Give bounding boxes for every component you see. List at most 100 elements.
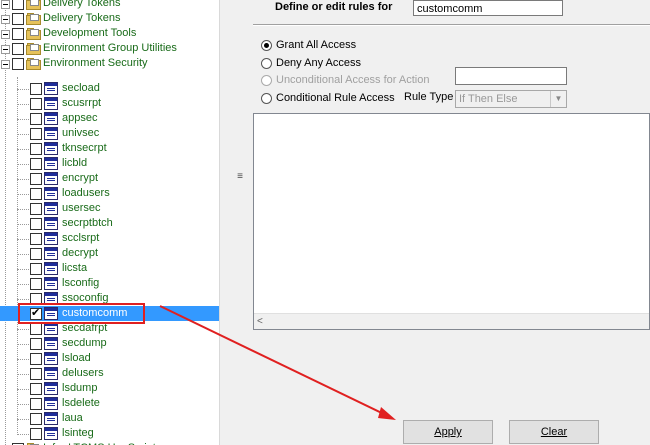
tree-item-label[interactable]: lsinteg — [62, 427, 94, 439]
item-checkbox[interactable] — [30, 323, 42, 335]
tree-folder-row[interactable]: Development Tools — [0, 26, 219, 41]
tree-folder-label[interactable]: Delivery Tokens — [43, 0, 120, 9]
expander-minus-icon[interactable] — [1, 45, 10, 54]
item-checkbox[interactable] — [30, 278, 42, 290]
tree-item-row[interactable]: decrypt — [0, 246, 219, 261]
tree-item-label[interactable]: laua — [62, 412, 83, 424]
item-checkbox[interactable] — [30, 218, 42, 230]
tree-item-row[interactable]: lsload — [0, 351, 219, 366]
item-checkbox[interactable] — [30, 143, 42, 155]
tree-folder-row[interactable]: Delivery Tokens — [0, 0, 219, 11]
item-checkbox[interactable] — [30, 188, 42, 200]
rule-editor-textarea[interactable]: < — [253, 113, 650, 330]
deny-any-access-radio[interactable] — [261, 58, 272, 69]
tree-item-row[interactable]: univsec — [0, 126, 219, 141]
grant-all-access-label[interactable]: Grant All Access — [276, 39, 356, 51]
unconditional-access-input[interactable] — [455, 67, 567, 85]
apply-button[interactable]: Apply — [403, 420, 493, 444]
splitter-grip-icon[interactable]: ≡ — [236, 172, 244, 182]
tree-vertical-scrollbar[interactable] — [219, 0, 234, 445]
scroll-left-arrow-icon[interactable]: < — [257, 314, 263, 329]
tree-item-row[interactable]: encrypt — [0, 171, 219, 186]
tree-item-label[interactable]: licbld — [62, 157, 87, 169]
item-checkbox[interactable] — [30, 173, 42, 185]
tree-item-label[interactable]: encrypt — [62, 172, 98, 184]
expander-minus-icon[interactable] — [1, 60, 10, 69]
item-checkbox[interactable] — [30, 248, 42, 260]
tree-item-label[interactable]: lsload — [62, 352, 91, 364]
pane-splitter[interactable]: ≡ — [233, 0, 248, 445]
item-checkbox[interactable] — [30, 383, 42, 395]
tree-item-row[interactable]: appsec — [0, 111, 219, 126]
item-checkbox[interactable] — [30, 83, 42, 95]
tree-item-label[interactable]: usersec — [62, 202, 101, 214]
tree-item-label[interactable]: univsec — [62, 127, 99, 139]
tree-item-row[interactable]: licsta — [0, 261, 219, 276]
conditional-rule-access-radio[interactable] — [261, 93, 272, 104]
tree-item-row[interactable]: lsinteg — [0, 426, 219, 441]
item-checkbox[interactable] — [30, 353, 42, 365]
tree-item-label[interactable]: scusrrpt — [62, 97, 101, 109]
folder-checkbox[interactable] — [12, 43, 24, 55]
expander-minus-icon[interactable] — [1, 0, 10, 9]
tree-folder-label[interactable]: Environment Security — [43, 57, 148, 69]
deny-any-access-label[interactable]: Deny Any Access — [276, 57, 361, 69]
expander-minus-icon[interactable] — [1, 30, 10, 39]
editor-horizontal-scrollbar[interactable]: < — [254, 313, 649, 329]
folder-checkbox[interactable] — [12, 0, 24, 10]
tree-folder-row[interactable]: Environment Security — [0, 56, 219, 71]
grant-all-access-radio[interactable] — [261, 40, 272, 51]
tree-folder-row[interactable]: Delivery Tokens — [0, 11, 219, 26]
item-checkbox[interactable] — [30, 368, 42, 380]
tree-item-label[interactable]: decrypt — [62, 247, 98, 259]
folder-checkbox[interactable] — [12, 58, 24, 70]
tree-item-label[interactable]: secrptbtch — [62, 217, 113, 229]
item-checkbox[interactable] — [30, 233, 42, 245]
tree-item-label[interactable]: lsdelete — [62, 397, 100, 409]
tree-item-row[interactable]: scclsrpt — [0, 231, 219, 246]
tree-folder-row[interactable]: Environment Group Utilities — [0, 41, 219, 56]
tree-item-row[interactable]: scusrrpt — [0, 96, 219, 111]
item-checkbox[interactable] — [30, 203, 42, 215]
tree-item-label[interactable]: delusers — [62, 367, 104, 379]
tree-item-label[interactable]: scclsrpt — [62, 232, 99, 244]
tree-item-row[interactable]: secload — [0, 81, 219, 96]
folder-checkbox[interactable] — [12, 28, 24, 40]
item-checkbox[interactable] — [30, 128, 42, 140]
item-checkbox[interactable] — [30, 338, 42, 350]
item-checkbox[interactable] — [30, 263, 42, 275]
tree-item-label[interactable]: secdump — [62, 337, 107, 349]
tree-item-row[interactable]: secrptbtch — [0, 216, 219, 231]
tree-item-row[interactable]: usersec — [0, 201, 219, 216]
item-checkbox[interactable] — [30, 158, 42, 170]
tree-item-row[interactable]: lsconfig — [0, 276, 219, 291]
tree-item-row[interactable]: lsdelete — [0, 396, 219, 411]
item-checkbox[interactable] — [30, 413, 42, 425]
tree-item-row[interactable]: laua — [0, 411, 219, 426]
item-checkbox[interactable] — [30, 398, 42, 410]
rule-target-field[interactable]: customcomm — [413, 0, 563, 16]
tree-item-label[interactable]: appsec — [62, 112, 97, 124]
tree-item-label[interactable]: tknsecrpt — [62, 142, 107, 154]
tree-folder-row-partial[interactable]: Infor LTCMS Hsr Script — [0, 441, 219, 445]
tree-item-row[interactable]: tknsecrpt — [0, 141, 219, 156]
item-checkbox[interactable] — [30, 98, 42, 110]
tree-item-label[interactable]: lsconfig — [62, 277, 99, 289]
tree-item-label[interactable]: licsta — [62, 262, 87, 274]
tree-item-row[interactable]: licbld — [0, 156, 219, 171]
tree-folder-label[interactable]: Environment Group Utilities — [43, 42, 177, 54]
tree-view[interactable]: Delivery Tokens Delivery Tokens Developmen… — [0, 0, 219, 445]
tree-item-label[interactable]: lsdump — [62, 382, 97, 394]
tree-folder-label[interactable]: Development Tools — [43, 27, 136, 39]
tree-item-row[interactable]: loadusers — [0, 186, 219, 201]
folder-checkbox[interactable] — [12, 13, 24, 25]
item-checkbox[interactable] — [30, 113, 42, 125]
clear-button[interactable]: Clear — [509, 420, 599, 444]
tree-item-row[interactable]: lsdump — [0, 381, 219, 396]
tree-item-label[interactable]: loadusers — [62, 187, 110, 199]
tree-item-row[interactable]: secdump — [0, 336, 219, 351]
item-checkbox[interactable] — [30, 428, 42, 440]
tree-item-row[interactable]: delusers — [0, 366, 219, 381]
expander-minus-icon[interactable] — [1, 15, 10, 24]
tree-folder-label[interactable]: Delivery Tokens — [43, 12, 120, 24]
